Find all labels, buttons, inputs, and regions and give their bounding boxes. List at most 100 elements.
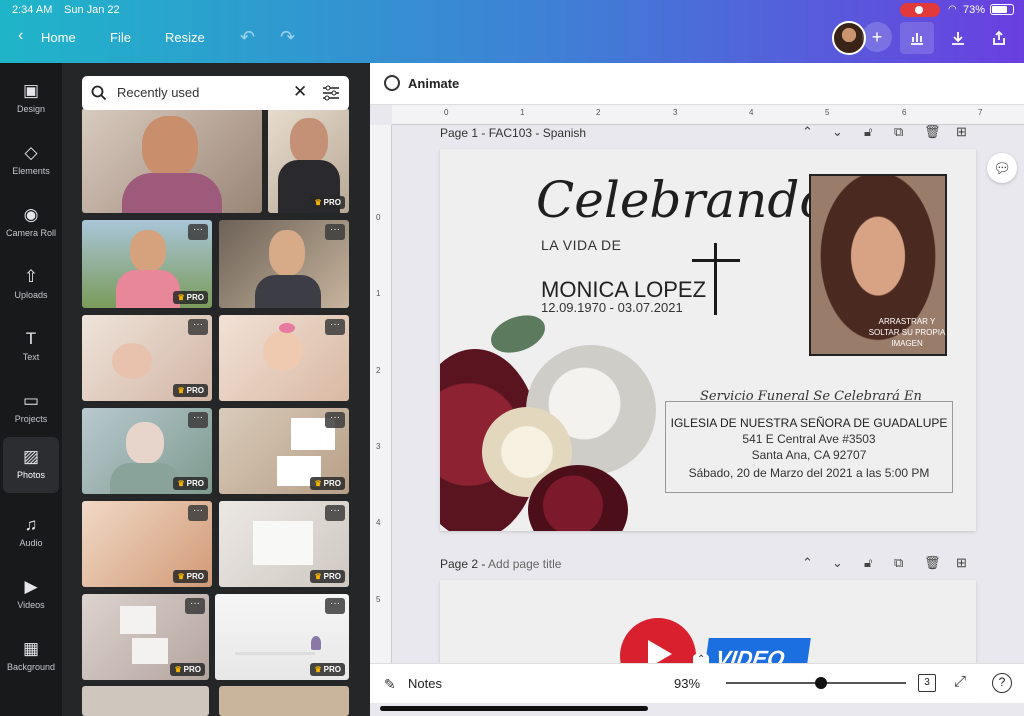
portrait-photo[interactable]: ARRASTRAR Y SOLTAR SU PROPIA IMAGEN (809, 174, 947, 356)
move-page-down-icon[interactable]: ⌄ (832, 555, 843, 571)
zoom-slider-handle[interactable] (815, 677, 828, 689)
photo-thumb[interactable]: ··· ♛ PRO (215, 594, 349, 680)
wifi-icon: ◠ (948, 4, 957, 15)
la-vida-text: LA VIDA DE (541, 237, 622, 253)
more-options-icon[interactable]: ··· (325, 319, 345, 335)
pro-badge: ♛ PRO (310, 196, 345, 209)
leaf-illustration (485, 308, 551, 360)
resize-button[interactable]: Resize (165, 30, 205, 45)
pro-badge: ♛ PRO (310, 570, 345, 583)
horizontal-ruler: 0 1 2 3 4 5 6 7 (392, 105, 1024, 125)
page-1-title[interactable]: Page 1 - FAC103 - Spanish (440, 126, 586, 140)
photo-thumb[interactable]: ··· (219, 220, 349, 308)
add-page-icon[interactable]: ⊞ (956, 555, 967, 571)
file-menu-button[interactable]: File (110, 30, 131, 45)
rail-text[interactable]: T Text (3, 319, 59, 375)
editor-canvas: Animate 0 1 2 3 4 5 6 7 0 1 2 3 4 5 Page… (370, 63, 1024, 716)
status-date: Sun Jan 22 (64, 4, 120, 16)
celebrando-heading: Celebrando (536, 171, 830, 229)
rail-background[interactable]: ▦ Background (3, 629, 59, 685)
rail-camera-roll[interactable]: ◉ Camera Roll (3, 195, 59, 251)
redo-icon[interactable]: ↷ (280, 27, 295, 48)
clear-search-icon[interactable]: ✕ (293, 82, 307, 102)
service-datetime: Sábado, 20 de Marzo del 2021 a las 5:00 … (688, 466, 930, 480)
photo-thumb[interactable]: ··· ♛ PRO (82, 220, 212, 308)
help-button[interactable]: ? (992, 673, 1012, 693)
fullscreen-icon[interactable]: ⤢ (954, 673, 966, 690)
undo-icon[interactable]: ↶ (240, 27, 255, 48)
home-button[interactable]: Home (41, 30, 76, 45)
rail-videos[interactable]: ▶ Videos (3, 567, 59, 623)
design-icon: ▣ (22, 81, 40, 100)
service-details-box: IGLESIA DE NUESTRA SEÑORA DE GUADALUPE 5… (665, 401, 953, 493)
user-avatar[interactable] (832, 21, 866, 55)
duplicate-page-icon[interactable]: ⧉ (894, 124, 903, 140)
folder-icon: ▭ (22, 391, 40, 410)
more-options-icon[interactable]: ··· (188, 412, 208, 428)
filter-sliders-icon[interactable] (322, 85, 340, 101)
delete-page-icon[interactable]: 🗑︎ (924, 124, 941, 140)
photo-thumb[interactable]: ··· (219, 315, 349, 401)
audio-icon: ♫ (24, 515, 38, 534)
pro-badge: ♛ PRO (310, 663, 345, 676)
more-options-icon[interactable]: ··· (325, 505, 345, 521)
photos-icon: ▨ (22, 447, 40, 466)
animate-icon[interactable] (384, 75, 400, 91)
photo-thumb[interactable]: ♛ PRO (268, 108, 349, 213)
more-options-icon[interactable]: ··· (188, 319, 208, 335)
page-1-design[interactable]: Celebrando LA VIDA DE MONICA LOPEZ 12.09… (440, 149, 976, 531)
photo-search-bar[interactable]: Recently used ✕ (82, 76, 349, 110)
rail-projects[interactable]: ▭ Projects (3, 381, 59, 437)
rail-design[interactable]: ▣ Design (3, 71, 59, 127)
move-page-up-icon[interactable]: ⌃ (802, 124, 813, 140)
photo-thumb[interactable]: ··· ♛ PRO (219, 408, 349, 494)
move-page-up-icon[interactable]: ⌃ (802, 555, 813, 571)
more-options-icon[interactable]: ··· (185, 598, 205, 614)
more-options-icon[interactable]: ··· (325, 224, 345, 240)
notes-icon[interactable]: ✎ (384, 676, 396, 693)
photo-thumb[interactable]: ··· ♛ PRO (82, 408, 212, 494)
photo-thumb[interactable]: ··· ♛ PRO (82, 594, 209, 680)
home-indicator[interactable] (380, 706, 648, 711)
page-count-button[interactable]: 3 (918, 674, 936, 692)
pro-badge: ♛ PRO (170, 663, 205, 676)
photo-thumb[interactable]: ··· ♛ PRO (219, 501, 349, 587)
more-options-icon[interactable]: ··· (188, 224, 208, 240)
page-2-title[interactable]: Page 2 - Add page title (440, 557, 561, 571)
duplicate-page-icon[interactable]: ⧉ (894, 555, 903, 571)
insights-chart-icon[interactable] (900, 22, 934, 54)
notes-button[interactable]: Notes (408, 676, 442, 691)
rail-elements[interactable]: ◇ Elements (3, 133, 59, 189)
rail-audio[interactable]: ♫ Audio (3, 505, 59, 561)
life-dates: 12.09.1970 - 03.07.2021 (541, 300, 683, 315)
rail-photos[interactable]: ▨ Photos (3, 437, 59, 493)
search-input[interactable]: Recently used (117, 85, 199, 100)
add-comment-icon[interactable]: 💬︎ (987, 153, 1017, 183)
back-chevron-icon[interactable]: ‹ (18, 27, 23, 45)
lock-page-icon[interactable]: 🔓︎ (864, 124, 872, 140)
more-options-icon[interactable]: ··· (188, 505, 208, 521)
share-icon[interactable] (982, 22, 1016, 54)
bottom-toolbar: ✎ Notes 93% ⌃ 3 ⤢ ? (370, 654, 1024, 703)
download-icon[interactable] (941, 22, 975, 54)
move-page-down-icon[interactable]: ⌄ (832, 124, 843, 140)
photo-thumb[interactable]: ··· ♛ PRO (82, 315, 212, 401)
animate-button[interactable]: Animate (408, 76, 459, 91)
church-address: 541 E Central Ave #3503 (742, 432, 876, 446)
photo-thumb[interactable] (82, 108, 262, 213)
expand-notes-chevron-icon[interactable]: ⌃ (693, 654, 710, 665)
cross-icon (714, 243, 717, 315)
photo-thumb[interactable] (219, 686, 349, 716)
church-name: IGLESIA DE NUESTRA SEÑORA DE GUADALUPE (670, 416, 948, 430)
background-icon: ▦ (22, 639, 40, 658)
more-options-icon[interactable]: ··· (325, 412, 345, 428)
add-page-icon[interactable]: ⊞ (956, 124, 967, 140)
rail-uploads[interactable]: ⇧ Uploads (3, 257, 59, 313)
delete-page-icon[interactable]: 🗑︎ (924, 555, 941, 571)
zoom-level[interactable]: 93% (674, 676, 700, 691)
photo-thumb[interactable] (82, 686, 209, 716)
photo-thumb[interactable]: ··· ♛ PRO (82, 501, 212, 587)
add-collaborator-button[interactable]: + (862, 22, 892, 52)
more-options-icon[interactable]: ··· (325, 598, 345, 614)
lock-page-icon[interactable]: 🔓︎ (864, 555, 872, 571)
